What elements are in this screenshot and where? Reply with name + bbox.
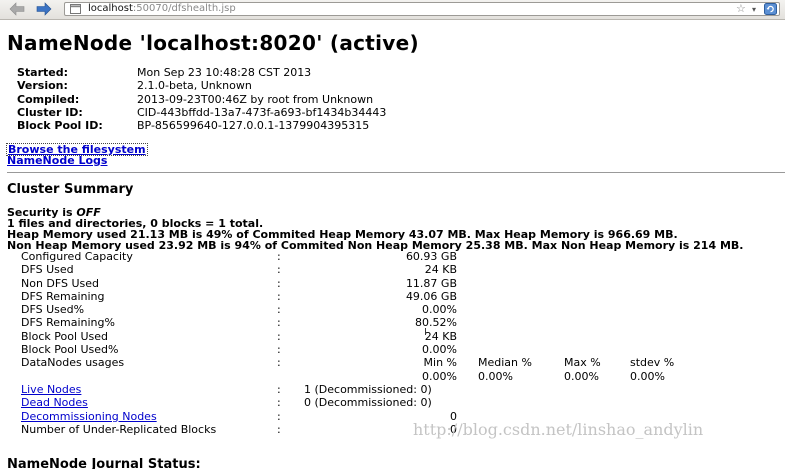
- row-colon: :: [277, 409, 281, 423]
- row-label: DFS Remaining%: [21, 316, 115, 330]
- info-label: Compiled:: [17, 92, 80, 106]
- bookmark-star-icon[interactable]: ☆: [736, 2, 746, 15]
- forward-button[interactable]: [35, 1, 53, 17]
- info-value: 2013-09-23T00:46Z by root from Unknown: [137, 92, 374, 106]
- forward-arrow-icon: [36, 2, 52, 16]
- live-nodes-row: Live Nodes : 1 (Decommissioned: 0): [21, 383, 785, 396]
- row-colon: :: [277, 303, 281, 317]
- live-nodes-link[interactable]: Live Nodes: [21, 383, 81, 396]
- page-icon: [70, 4, 81, 14]
- divider: [7, 172, 785, 173]
- row-value: 49.06 GB: [405, 289, 457, 303]
- row-value: 24 KB: [424, 329, 457, 343]
- row-colon: :: [277, 422, 281, 436]
- table-row: Block Pool Used% : 0.00%: [21, 343, 785, 356]
- row-label: DFS Used: [21, 263, 74, 277]
- row-colon: :: [277, 356, 281, 370]
- row-colon: :: [277, 289, 281, 303]
- row-colon: :: [277, 276, 281, 290]
- cluster-summary-title: Cluster Summary: [7, 182, 134, 197]
- decommissioning-nodes-link[interactable]: Decommissioning Nodes: [21, 410, 157, 423]
- url-host: localhost: [88, 3, 133, 14]
- row-value: 80.52%: [415, 316, 457, 330]
- table-row: DFS Used : 24 KB: [21, 263, 785, 276]
- url-text: localhost:50070/dfshealth.jsp: [88, 3, 236, 15]
- url-path: :50070/dfshealth.jsp: [132, 3, 236, 14]
- back-arrow-icon: [9, 2, 25, 16]
- row-colon: :: [277, 396, 281, 410]
- row-value: 0.00%: [422, 303, 457, 317]
- usage-header-max: Max %: [564, 356, 601, 370]
- usage-header-min: Min %: [423, 356, 457, 370]
- usage-value-min: 0.00%: [422, 369, 457, 383]
- back-button[interactable]: [8, 1, 26, 17]
- dead-nodes-link[interactable]: Dead Nodes: [21, 396, 88, 409]
- row-value: 60.93 GB: [405, 250, 457, 263]
- datanodes-usages-values-row: 0.00% 0.00% 0.00% 0.00%: [21, 370, 785, 383]
- text-cursor-icon: I: [424, 327, 427, 338]
- row-label: Number of Under-Replicated Blocks: [21, 422, 217, 436]
- row-colon: :: [277, 343, 281, 357]
- table-row: Configured Capacity : 60.93 GB: [21, 250, 785, 263]
- usage-value-max: 0.00%: [564, 369, 599, 383]
- usage-header-median: Median %: [478, 356, 532, 370]
- row-label: Block Pool Used%: [21, 343, 119, 357]
- datanodes-usages-row: DataNodes usages : Min % Median % Max % …: [21, 356, 785, 369]
- info-label: Version:: [17, 79, 68, 93]
- row-label: DFS Used%: [21, 303, 85, 317]
- history-dropdown-icon[interactable]: ▾: [752, 3, 756, 16]
- info-label: Block Pool ID:: [17, 119, 103, 133]
- row-label: Block Pool Used: [21, 329, 109, 343]
- page-title: NameNode 'localhost:8020' (active): [7, 31, 419, 55]
- info-label: Cluster ID:: [17, 105, 83, 119]
- row-label: Non DFS Used: [21, 276, 100, 290]
- usage-value-median: 0.00%: [478, 369, 513, 383]
- info-label: Started:: [17, 66, 69, 79]
- journal-status-title: NameNode Journal Status:: [7, 457, 201, 469]
- row-label: Configured Capacity: [21, 250, 133, 263]
- row-label: DFS Remaining: [21, 289, 105, 303]
- cluster-summary-table: Configured Capacity : 60.93 GB DFS Used …: [21, 250, 785, 436]
- row-colon: :: [277, 382, 281, 396]
- table-row: DFS Remaining : 49.06 GB: [21, 290, 785, 303]
- dead-nodes-row: Dead Nodes : 0 (Decommissioned: 0): [21, 396, 785, 409]
- namenode-logs-link[interactable]: NameNode Logs: [7, 155, 107, 166]
- row-value: 24 KB: [424, 263, 457, 277]
- row-value: 0.00%: [422, 343, 457, 357]
- info-value: CID-443bffdd-13a7-473f-a693-bf1434b34443: [137, 105, 387, 119]
- row-value: 11.87 GB: [405, 276, 457, 290]
- row-label: DataNodes usages: [21, 356, 125, 370]
- row-colon: :: [277, 329, 281, 343]
- live-nodes-value: 1 (Decommissioned: 0): [304, 382, 432, 396]
- row-colon: :: [277, 263, 281, 277]
- usage-value-stdev: 0.00%: [630, 369, 665, 383]
- info-value: Mon Sep 23 10:48:28 CST 2013: [137, 66, 312, 79]
- row-colon: :: [277, 316, 281, 330]
- page-content: NameNode 'localhost:8020' (active) Start…: [0, 20, 785, 469]
- table-row: Non DFS Used : 11.87 GB: [21, 277, 785, 290]
- browser-toolbar: localhost:50070/dfshealth.jsp ☆ ▾: [0, 0, 785, 20]
- table-row: DFS Remaining% : 80.52%: [21, 316, 785, 329]
- table-row: DFS Used% : 0.00%: [21, 303, 785, 316]
- row-colon: :: [277, 250, 281, 263]
- reload-icon[interactable]: [764, 3, 777, 15]
- info-value: 2.1.0-beta, Unknown: [137, 79, 252, 93]
- info-value: BP-856599640-127.0.0.1-1379904395315: [137, 119, 370, 133]
- table-row: Block Pool Used : 24 KB: [21, 330, 785, 343]
- watermark: http://blog.csdn.net/linshao_andylin: [413, 420, 704, 439]
- usage-header-stdev: stdev %: [630, 356, 675, 370]
- dead-nodes-value: 0 (Decommissioned: 0): [304, 396, 432, 410]
- address-bar[interactable]: localhost:50070/dfshealth.jsp ☆ ▾: [64, 2, 780, 16]
